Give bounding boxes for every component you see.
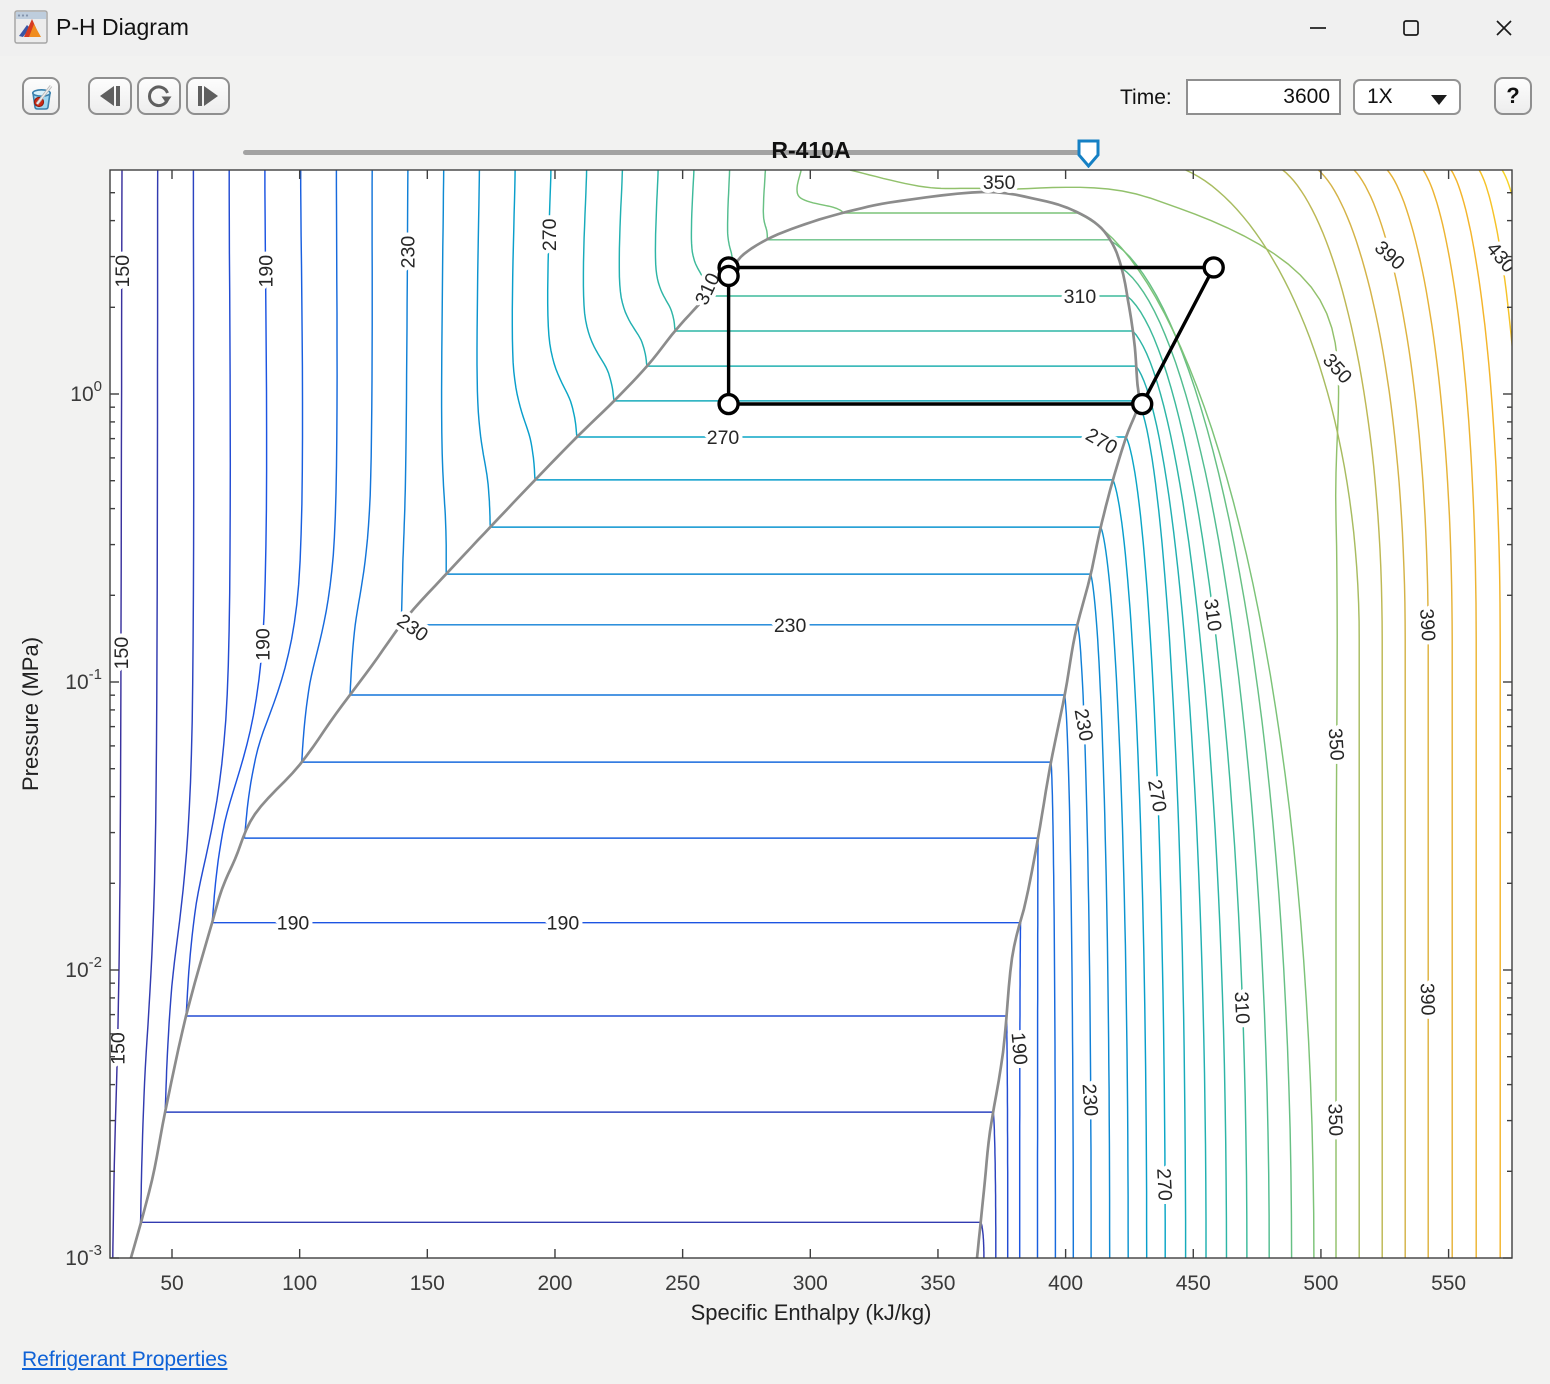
refrigerant-properties-link[interactable]: Refrigerant Properties — [22, 1348, 227, 1372]
contour-label-150: 150 — [112, 255, 134, 288]
svg-text:200: 200 — [537, 1272, 572, 1295]
contour-label-230: 230 — [397, 236, 419, 269]
svg-text:50: 50 — [160, 1272, 183, 1295]
contour-label-390: 390 — [1415, 608, 1439, 642]
window-title: P-H Diagram — [56, 14, 189, 41]
isotherm-vapor-200 — [1038, 838, 1039, 1258]
svg-text:100: 100 — [70, 378, 102, 406]
contour-label-350: 350 — [983, 172, 1016, 194]
replay-icon — [146, 83, 172, 109]
plot-background — [110, 170, 1512, 1258]
ph-diagram-canvas: 150 190 230 270 150 190 150 310 230 270 350 310 270 2… — [0, 136, 1550, 1336]
svg-text:10-3: 10-3 — [65, 1242, 102, 1270]
maximize-icon — [1400, 17, 1422, 39]
cycle-state-marker — [1133, 395, 1152, 414]
cycle-state-marker — [719, 395, 738, 414]
y-axis-label: Pressure (MPa) — [18, 637, 43, 791]
contour-label-190: 190 — [256, 255, 278, 288]
paint-beaker-icon — [26, 81, 56, 111]
contour-label-230: 230 — [1078, 1083, 1102, 1117]
step-back-icon — [97, 84, 123, 108]
contour-label-190: 190 — [277, 913, 310, 935]
matlab-app-icon — [14, 10, 48, 44]
time-label: Time: — [1120, 86, 1172, 110]
replay-button[interactable] — [137, 77, 181, 115]
speed-value: 1X — [1367, 85, 1393, 109]
contour-label-310: 310 — [1064, 286, 1097, 308]
contour-label-270: 270 — [1152, 1168, 1176, 1202]
minimize-icon — [1307, 17, 1329, 39]
maximize-button[interactable] — [1379, 0, 1443, 56]
contour-label-190: 190 — [547, 913, 580, 935]
svg-text:10-2: 10-2 — [65, 954, 102, 982]
contour-label-350: 350 — [1324, 727, 1348, 761]
contour-label-190: 190 — [1007, 1031, 1032, 1065]
svg-text:400: 400 — [1048, 1272, 1083, 1295]
contour-label-230: 230 — [774, 615, 807, 637]
contour-label-270: 270 — [707, 427, 740, 449]
chart-title: R-410A — [771, 137, 850, 163]
titlebar[interactable]: P-H Diagram — [0, 0, 1550, 56]
isotherm-supercritical-460 — [1546, 170, 1550, 1258]
help-button[interactable]: ? — [1494, 77, 1532, 115]
contour-label-190: 190 — [252, 628, 274, 661]
minimize-button[interactable] — [1286, 0, 1350, 56]
ph-diagram-plot: 150 190 230 270 150 190 150 310 230 270 350 310 270 2… — [0, 136, 1550, 1336]
chevron-down-icon — [1431, 95, 1447, 105]
contour-label-270: 270 — [539, 218, 561, 251]
help-label: ? — [1506, 83, 1519, 109]
ph-diagram-window: P-H Diagram — [0, 0, 1550, 1384]
x-axis-label: Specific Enthalpy (kJ/kg) — [691, 1300, 932, 1325]
contour-label-350: 350 — [1323, 1103, 1346, 1136]
svg-text:450: 450 — [1176, 1272, 1211, 1295]
contour-label-310: 310 — [1199, 597, 1225, 632]
svg-text:300: 300 — [793, 1272, 828, 1295]
contour-label-150: 150 — [111, 637, 133, 670]
close-button[interactable] — [1472, 0, 1536, 56]
speed-dropdown[interactable]: 1X — [1353, 79, 1461, 115]
step-forward-icon — [195, 84, 221, 108]
svg-text:150: 150 — [410, 1272, 445, 1295]
cycle-state-marker — [1204, 258, 1223, 277]
svg-text:550: 550 — [1431, 1272, 1466, 1295]
refrigerant-paint-button[interactable] — [22, 77, 60, 115]
contour-label-310: 310 — [1230, 991, 1254, 1025]
time-input[interactable]: 3600 — [1186, 79, 1341, 115]
svg-text:250: 250 — [665, 1272, 700, 1295]
svg-text:500: 500 — [1303, 1272, 1338, 1295]
close-icon — [1493, 17, 1515, 39]
step-back-button[interactable] — [88, 77, 132, 115]
svg-text:350: 350 — [920, 1272, 955, 1295]
contour-label-390: 390 — [1416, 983, 1439, 1016]
svg-text:10-1: 10-1 — [65, 666, 102, 694]
toolbar: Time: 3600 1X ? — [0, 56, 1550, 136]
cycle-state-marker — [719, 266, 738, 285]
isotherm-supercritical-450 — [1525, 170, 1550, 1258]
step-forward-button[interactable] — [186, 77, 230, 115]
contour-label-150: 150 — [107, 1032, 129, 1065]
svg-text:100: 100 — [282, 1272, 317, 1295]
